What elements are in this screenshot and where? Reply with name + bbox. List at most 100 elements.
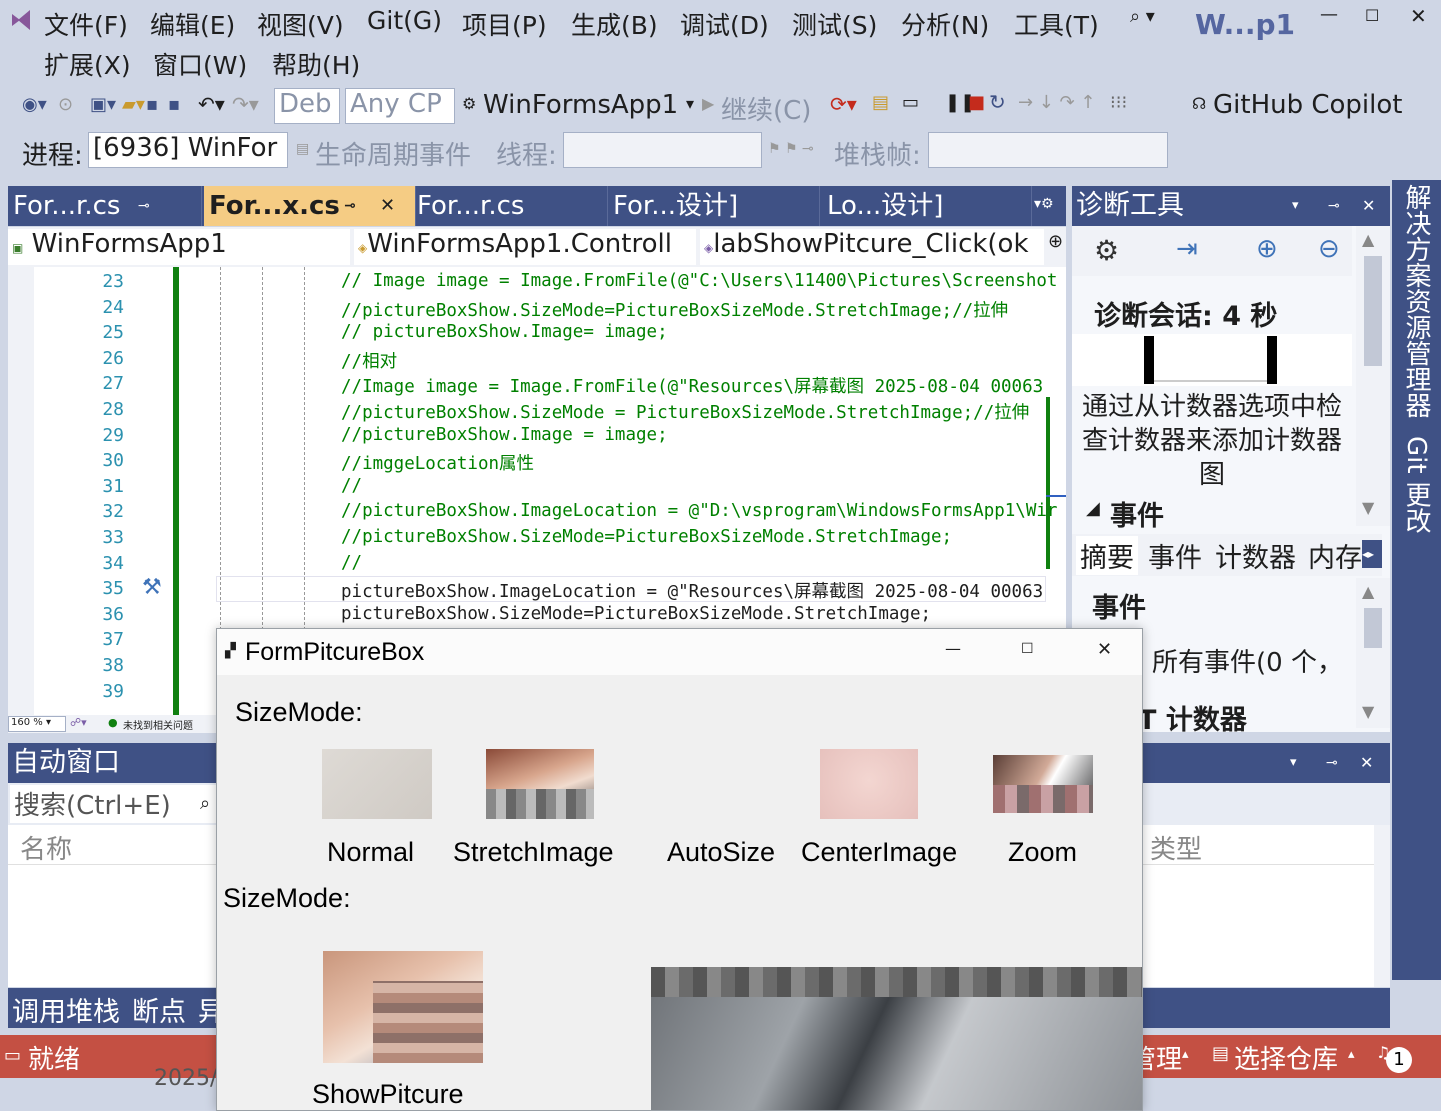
code-line[interactable]: //imggeLocation属性: [341, 450, 534, 475]
code-line[interactable]: // Image image = Image.FromFile(@"C:\Use…: [341, 271, 1057, 291]
menu-analyze[interactable]: 分析(N): [901, 6, 989, 42]
code-line[interactable]: //pictureBoxShow.ImageLocation = @"D:\vs…: [341, 501, 1057, 521]
new-project-icon[interactable]: ▣▾: [90, 94, 116, 115]
menu-edit[interactable]: 编辑(E): [150, 6, 235, 42]
autos-scrollbar[interactable]: [1374, 825, 1390, 987]
caption-zoom[interactable]: Zoom: [1008, 837, 1077, 868]
menu-build[interactable]: 生成(B): [571, 6, 658, 42]
navigate-back-icon[interactable]: ◉▾: [22, 94, 47, 115]
intellicode-icon[interactable]: ☍▾: [70, 716, 87, 729]
tab-overflow-icon[interactable]: ▾⚙: [1034, 196, 1054, 212]
code-line[interactable]: //pictureBoxShow.Image = image;: [341, 425, 668, 445]
platform-combo[interactable]: Any CP: [345, 88, 455, 124]
pin-icon[interactable]: ⊸: [1328, 186, 1340, 226]
column-type-header[interactable]: 类型: [1150, 829, 1202, 866]
menu-tools[interactable]: 工具(T): [1014, 6, 1099, 42]
pane-dropdown-icon[interactable]: ▾: [1292, 186, 1299, 226]
tab-scroll-icon[interactable]: ◂▸: [1362, 540, 1382, 568]
split-editor-icon[interactable]: ⊕: [1048, 231, 1063, 252]
diag-scrollbar-bottom[interactable]: ▲ ▼: [1356, 578, 1390, 728]
play-icon[interactable]: ▶: [702, 94, 714, 113]
code-line[interactable]: //pictureBoxShow.SizeMode=PictureBoxSize…: [341, 527, 952, 547]
startup-project-combo[interactable]: WinFormsApp1: [483, 90, 678, 120]
session-timeline[interactable]: [1072, 334, 1352, 386]
navigate-forward-icon[interactable]: ⊙: [58, 94, 73, 115]
zoom-out-icon[interactable]: ⊖: [1318, 234, 1340, 264]
project-nav-combo[interactable]: ▣ WinFormsApp1: [8, 229, 350, 265]
scroll-up-icon[interactable]: ▲: [1362, 230, 1374, 249]
tab-form-cs-2[interactable]: For...r.cs: [412, 186, 608, 226]
code-line[interactable]: pictureBoxShow.SizeMode=PictureBoxSizeMo…: [341, 604, 931, 624]
pin-icon[interactable]: ⊸: [1326, 743, 1338, 783]
step-over-icon[interactable]: → ↓ ↷ ↑: [1018, 92, 1096, 113]
github-copilot-button[interactable]: GitHub Copilot: [1213, 90, 1402, 120]
diag-scrollbar-top[interactable]: ▲ ▼: [1356, 226, 1390, 526]
column-name-header[interactable]: 名称: [20, 829, 72, 866]
notification-badge[interactable]: 1: [1386, 1047, 1412, 1073]
picturebox-normal[interactable]: [322, 749, 432, 819]
menu-file[interactable]: 文件(F): [44, 6, 128, 42]
diagnostics-window-icon[interactable]: ▭: [902, 92, 919, 113]
form-title-bar[interactable]: ▞ FormPitcureBox — ☐ ✕: [217, 629, 1142, 675]
settings-gear-icon[interactable]: ⚙: [1094, 234, 1119, 267]
form-minimize-icon[interactable]: —: [945, 639, 961, 658]
menu-git[interactable]: Git(G): [367, 6, 442, 35]
caption-stretchimage[interactable]: StretchImage: [453, 837, 614, 868]
tab-events[interactable]: 事件: [1148, 536, 1202, 575]
folder-icon[interactable]: ▤: [872, 92, 889, 113]
scroll-down-icon[interactable]: ▼: [1362, 702, 1374, 721]
continue-button[interactable]: 继续(C): [721, 90, 811, 127]
zoom-combo[interactable]: 160 % ▾: [8, 716, 66, 732]
pane-dropdown-icon[interactable]: ▾: [1290, 743, 1297, 783]
lifecycle-events-button[interactable]: 生命周期事件: [315, 135, 471, 172]
git-changes-tab[interactable]: Git 更改: [1398, 436, 1435, 534]
flag-icon[interactable]: ⚑ ⚑ ⊸: [768, 141, 814, 157]
scroll-up-icon[interactable]: ▲: [1362, 582, 1374, 601]
menu-view[interactable]: 视图(V): [257, 6, 344, 42]
redo-icon[interactable]: ↷▾: [232, 92, 259, 116]
export-icon[interactable]: ⇥: [1176, 234, 1198, 264]
picturebox-stretchimage[interactable]: [486, 749, 594, 819]
tab-counters[interactable]: 计数器: [1215, 536, 1296, 575]
pin-icon[interactable]: ⊸: [344, 186, 356, 226]
autos-search-input[interactable]: 搜索(Ctrl+E): [10, 785, 218, 823]
picturebox-show[interactable]: [323, 951, 483, 1063]
scroll-down-icon[interactable]: ▼: [1362, 498, 1374, 517]
picturebox-zoom[interactable]: [993, 755, 1093, 813]
close-icon[interactable]: ✕: [1410, 4, 1427, 28]
code-line[interactable]: //pictureBoxShow.SizeMode = PictureBoxSi…: [341, 399, 1029, 424]
code-line[interactable]: //: [341, 476, 362, 496]
code-line[interactable]: //: [341, 553, 362, 573]
all-events-link[interactable]: 所有事件(0 个，: [1152, 642, 1352, 679]
close-tab-icon[interactable]: ✕: [380, 186, 395, 226]
hot-reload-icon[interactable]: ⟳▾: [830, 92, 857, 116]
code-line[interactable]: //pictureBoxShow.SizeMode=PictureBoxSize…: [341, 297, 1008, 322]
stack-frame-combo[interactable]: [928, 132, 1168, 168]
tab-call-stack[interactable]: 调用堆栈: [12, 990, 120, 1029]
scroll-thumb[interactable]: [1364, 608, 1382, 648]
save-icon[interactable]: ▪: [146, 94, 158, 115]
caption-showpitcure[interactable]: ShowPitcure: [312, 1079, 464, 1110]
caption-autosize[interactable]: AutoSize: [667, 837, 775, 868]
breakpoint-margin[interactable]: [8, 267, 34, 715]
member-nav-combo[interactable]: ◈labShowPitcure_Click(ok: [700, 229, 1044, 265]
copilot-icon[interactable]: ☊: [1192, 94, 1206, 113]
menu-project[interactable]: 项目(P): [462, 6, 547, 42]
search-icon[interactable]: ⌕: [200, 793, 210, 814]
thread-combo[interactable]: [563, 132, 762, 168]
select-repository-button[interactable]: 选择仓库: [1234, 1039, 1338, 1076]
tab-memory[interactable]: 内存: [1308, 536, 1364, 575]
close-pane-icon[interactable]: ✕: [1362, 186, 1375, 226]
picturebox-large[interactable]: [651, 967, 1142, 1110]
search-icon[interactable]: ⌕ ▾: [1130, 6, 1155, 27]
form-maximize-icon[interactable]: ☐: [1021, 641, 1034, 657]
code-line[interactable]: //相对: [341, 348, 397, 373]
menu-extensions[interactable]: 扩展(X): [44, 46, 131, 82]
tab-form-design[interactable]: For...设计]: [608, 186, 820, 226]
menu-window[interactable]: 窗口(W): [153, 46, 247, 82]
tab-form-designer-cs[interactable]: For...r.cs ⊸: [8, 186, 202, 226]
restart-icon[interactable]: ↻: [989, 90, 1006, 114]
quick-action-screwdriver-icon[interactable]: ⚒: [142, 575, 162, 600]
stop-icon[interactable]: ■: [968, 92, 985, 113]
manage-chevron-icon[interactable]: ▴: [1182, 1047, 1189, 1062]
